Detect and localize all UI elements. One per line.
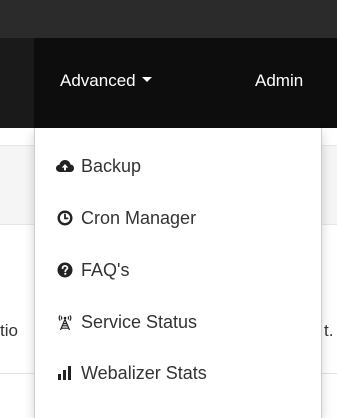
navbar-left-edge (0, 38, 34, 128)
top-strip (0, 0, 337, 38)
menu-item-cron-manager[interactable]: Cron Manager (35, 200, 321, 236)
nav-admin-label: Admin (255, 71, 304, 90)
background-text-right: t. (324, 321, 334, 340)
navbar: Advanced Admin (0, 38, 337, 128)
menu-item-backup[interactable]: Backup (35, 148, 321, 184)
caret-down-icon (141, 77, 152, 83)
advanced-dropdown-menu: Backup Cron Manager FAQ's Service Status… (34, 128, 322, 418)
menu-item-webalizer-stats[interactable]: Webalizer Stats (35, 355, 321, 391)
question-circle-icon (55, 261, 75, 279)
menu-item-faqs[interactable]: FAQ's (35, 252, 321, 288)
menu-item-label: FAQ's (81, 259, 130, 280)
menu-item-label: Cron Manager (81, 207, 197, 228)
menu-item-label: Webalizer Stats (81, 362, 207, 383)
clock-icon (55, 209, 75, 227)
menu-item-label: Service Status (81, 311, 198, 332)
menu-item-label: Backup (81, 155, 142, 176)
background-text-left: tio (0, 321, 18, 340)
nav-advanced-dropdown-toggle[interactable]: Advanced (60, 71, 152, 91)
cloud-upload-icon (55, 157, 75, 175)
nav-admin-link[interactable]: Admin (255, 71, 303, 91)
menu-item-service-status[interactable]: Service Status (35, 304, 321, 340)
broadcast-tower-icon (55, 313, 75, 331)
signal-bars-icon (55, 364, 75, 382)
nav-advanced-label: Advanced (60, 71, 136, 90)
